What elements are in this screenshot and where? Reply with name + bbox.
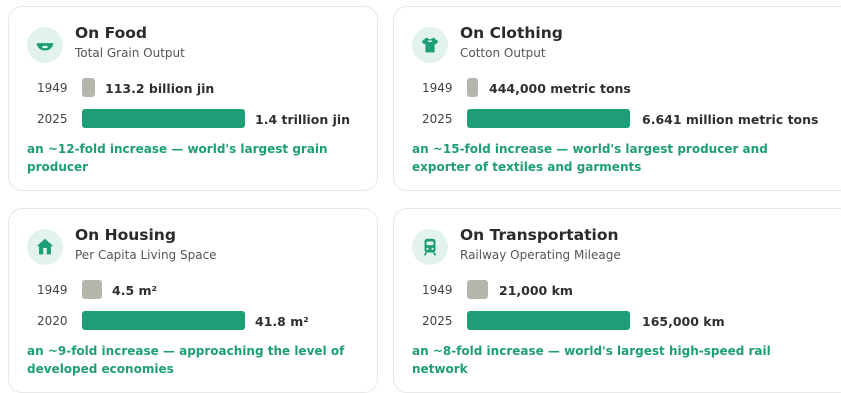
card-title: On Clothing [460,24,563,42]
year-label: 1949 [37,81,68,95]
comparison-row: 1949 4.5 m² [9,280,377,300]
card-subtitle: Railway Operating Mileage [460,248,621,262]
card-subtitle: Per Capita Living Space [75,248,217,262]
current-bar [467,311,630,330]
card-transportation: On Transportation Railway Operating Mile… [393,208,841,393]
growth-note: an ~8-fold increase — world's largest hi… [412,344,771,376]
growth-note: an ~9-fold increase — approaching the le… [27,344,345,376]
shirt-icon [412,27,448,63]
current-bar [82,109,245,128]
year-label: 2025 [422,314,453,328]
value-label: 6.641 million metric tons [642,112,819,127]
baseline-bar [467,78,478,97]
growth-note: an ~15-fold increase — world's largest p… [412,142,768,174]
baseline-bar [82,280,102,299]
value-label: 444,000 metric tons [489,81,631,96]
current-bar [82,311,245,330]
comparison-row: 1949 113.2 billion jin [9,78,377,98]
card-clothing: On Clothing Cotton Output 1949 444,000 m… [393,6,841,191]
train-icon [412,229,448,265]
value-label: 1.4 trillion jin [255,112,351,127]
bowl-icon [27,27,63,63]
year-label: 2020 [37,314,68,328]
baseline-bar [82,78,95,97]
growth-note: an ~12-fold increase — world's largest g… [27,142,328,174]
value-label: 41.8 m² [255,314,309,329]
card-food: On Food Total Grain Output 1949 113.2 bi… [8,6,378,191]
comparison-row: 2025 1.4 trillion jin [9,109,377,129]
year-label: 2025 [37,112,68,126]
card-subtitle: Total Grain Output [75,46,185,60]
current-bar [467,109,630,128]
card-title: On Food [75,24,147,42]
value-label: 21,000 km [499,283,573,298]
year-label: 1949 [37,283,68,297]
comparison-row: 2025 6.641 million metric tons [394,109,841,129]
card-subtitle: Cotton Output [460,46,546,60]
year-label: 1949 [422,283,453,297]
year-label: 1949 [422,81,453,95]
comparison-row: 1949 21,000 km [394,280,841,300]
value-label: 113.2 billion jin [105,81,215,96]
house-icon [27,229,63,265]
baseline-bar [467,280,488,299]
comparison-row: 1949 444,000 metric tons [394,78,841,98]
card-housing: On Housing Per Capita Living Space 1949 … [8,208,378,393]
comparison-row: 2025 165,000 km [394,311,841,331]
card-title: On Housing [75,226,176,244]
value-label: 165,000 km [642,314,725,329]
card-title: On Transportation [460,226,619,244]
year-label: 2025 [422,112,453,126]
value-label: 4.5 m² [112,283,157,298]
comparison-row: 2020 41.8 m² [9,311,377,331]
